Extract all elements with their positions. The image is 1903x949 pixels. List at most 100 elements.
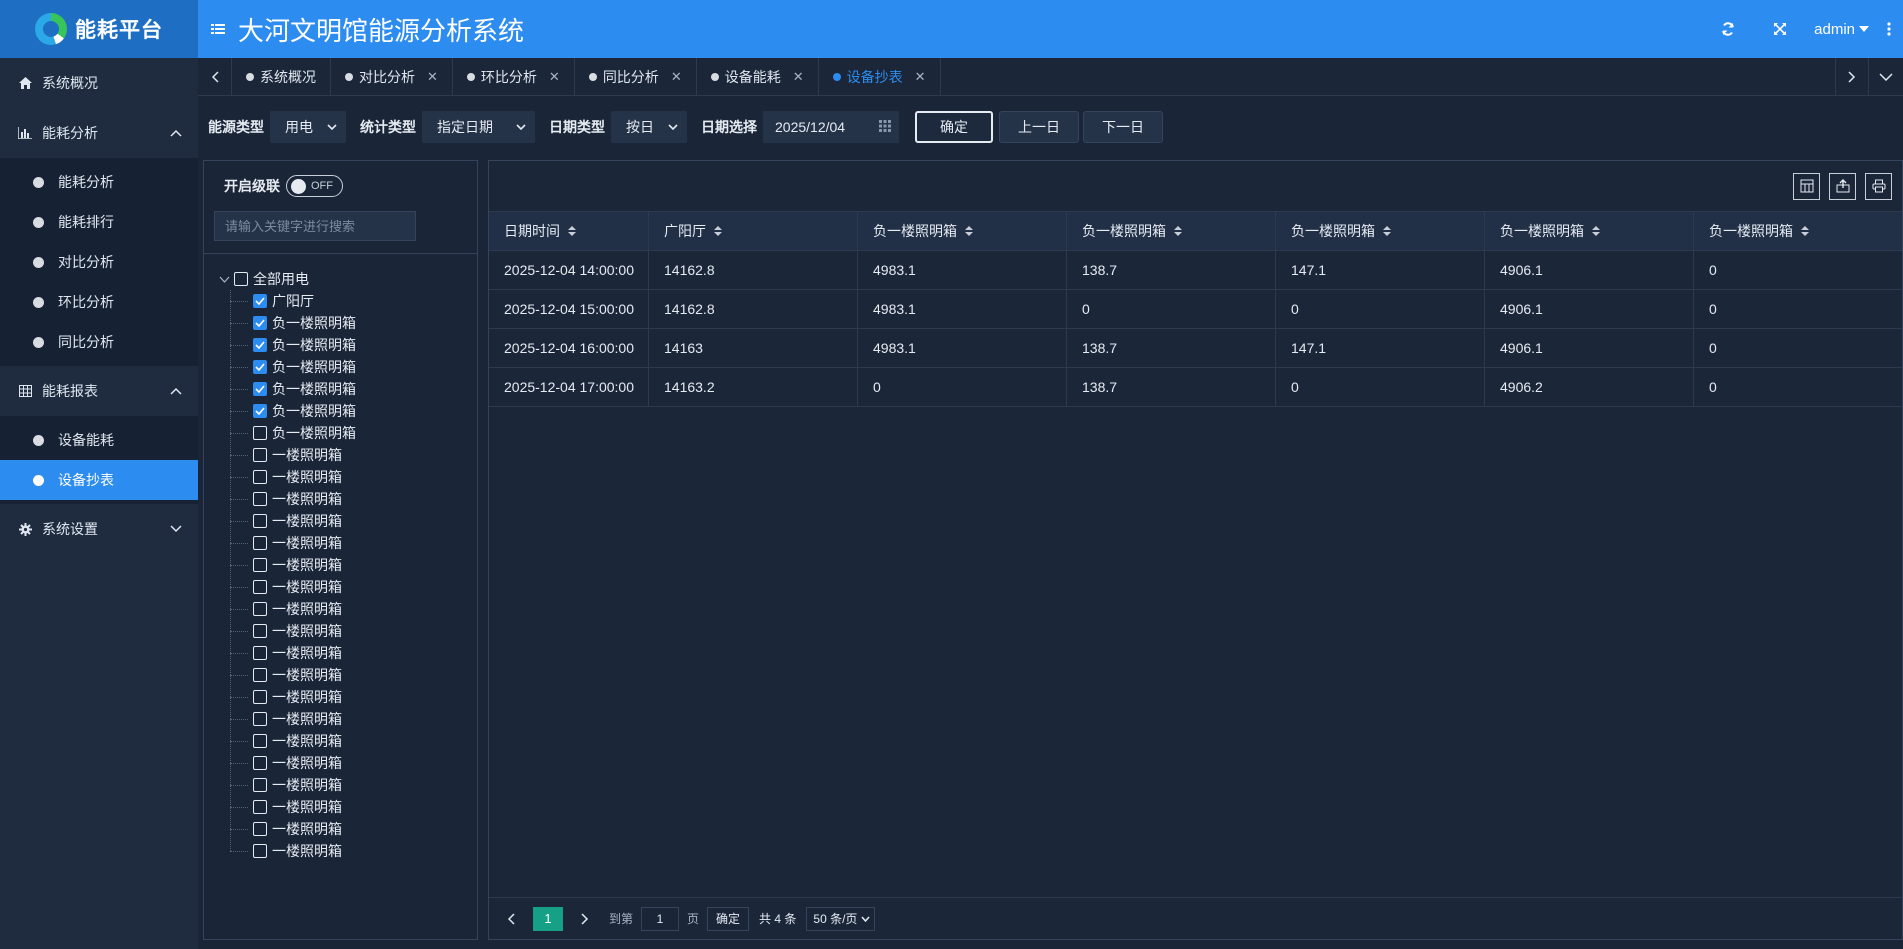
- previous-day-button[interactable]: 上一日: [999, 111, 1079, 143]
- tree-node[interactable]: 一楼照明箱: [230, 796, 477, 818]
- tab-device-meter-reading[interactable]: 设备抄表 ✕: [819, 58, 941, 95]
- user-menu[interactable]: admin: [1806, 21, 1879, 38]
- tree-node[interactable]: 负一楼照明箱: [230, 378, 477, 400]
- checkbox[interactable]: [253, 844, 267, 858]
- table-row[interactable]: 2025-12-04 15:00:00 14162.8 4983.1 0 0 4906.1…: [489, 290, 1902, 329]
- tree-node[interactable]: 负一楼照明箱: [230, 312, 477, 334]
- energy-type-select[interactable]: 用电: [270, 111, 346, 143]
- checkbox-checked[interactable]: [253, 294, 267, 308]
- checkbox[interactable]: [253, 602, 267, 616]
- tree-node[interactable]: 负一楼照明箱: [230, 356, 477, 378]
- checkbox-checked[interactable]: [253, 360, 267, 374]
- column-header[interactable]: 负一楼照明箱: [858, 212, 1067, 250]
- close-icon[interactable]: ✕: [793, 69, 804, 85]
- sidebar-subitem-device-meter-reading[interactable]: 设备抄表: [0, 460, 198, 500]
- checkbox[interactable]: [253, 712, 267, 726]
- checkbox[interactable]: [253, 690, 267, 704]
- tab-yoy-analysis[interactable]: 同比分析 ✕: [575, 58, 697, 95]
- checkbox[interactable]: [253, 734, 267, 748]
- checkbox[interactable]: [253, 514, 267, 528]
- sort-icon[interactable]: [1174, 226, 1182, 236]
- tree-node[interactable]: 一楼照明箱: [230, 708, 477, 730]
- tree-node[interactable]: 一楼照明箱: [230, 818, 477, 840]
- sidebar-subitem-device-energy[interactable]: 设备能耗: [0, 420, 198, 460]
- checkbox[interactable]: [234, 272, 248, 286]
- confirm-button[interactable]: 确定: [915, 111, 993, 143]
- checkbox[interactable]: [253, 536, 267, 550]
- tab-mom-analysis[interactable]: 环比分析 ✕: [453, 58, 575, 95]
- tree-node[interactable]: 广阳厅: [230, 290, 477, 312]
- column-header[interactable]: 负一楼照明箱: [1694, 212, 1902, 250]
- tree-node[interactable]: 一楼照明箱: [230, 554, 477, 576]
- refresh-icon[interactable]: [1702, 0, 1754, 58]
- sidebar-item-energy-analysis[interactable]: 能耗分析: [0, 108, 198, 158]
- checkbox[interactable]: [253, 448, 267, 462]
- checkbox[interactable]: [253, 426, 267, 440]
- tree-node[interactable]: 一楼照明箱: [230, 664, 477, 686]
- close-icon[interactable]: ✕: [915, 69, 926, 85]
- table-row[interactable]: 2025-12-04 17:00:00 14163.2 0 138.7 0 4906.2 0: [489, 368, 1902, 407]
- date-picker[interactable]: 2025/12/04: [763, 111, 899, 143]
- sort-icon[interactable]: [965, 226, 973, 236]
- tree-node[interactable]: 一楼照明箱: [230, 774, 477, 796]
- sort-icon[interactable]: [1801, 226, 1809, 236]
- sidebar-item-overview[interactable]: 系统概况: [0, 58, 198, 108]
- checkbox[interactable]: [253, 800, 267, 814]
- sidebar-subitem-energy-ranking[interactable]: 能耗排行: [0, 202, 198, 242]
- goto-page-input[interactable]: [641, 906, 680, 931]
- tree-node[interactable]: 一楼照明箱: [230, 532, 477, 554]
- column-header[interactable]: 负一楼照明箱: [1485, 212, 1694, 250]
- checkbox[interactable]: [253, 580, 267, 594]
- sidebar-item-energy-report[interactable]: 能耗报表: [0, 366, 198, 416]
- tree-node[interactable]: 一楼照明箱: [230, 752, 477, 774]
- checkbox[interactable]: [253, 646, 267, 660]
- checkbox-checked[interactable]: [253, 382, 267, 396]
- tabs-dropdown-icon[interactable]: [1869, 58, 1903, 95]
- columns-filter-icon[interactable]: [1793, 172, 1820, 200]
- next-page-icon[interactable]: [575, 912, 595, 925]
- tab-overview[interactable]: 系统概况: [232, 58, 331, 95]
- close-icon[interactable]: ✕: [427, 69, 438, 85]
- fullscreen-icon[interactable]: [1754, 0, 1806, 58]
- checkbox[interactable]: [253, 558, 267, 572]
- table-row[interactable]: 2025-12-04 16:00:00 14163 4983.1 138.7 147.1…: [489, 329, 1902, 368]
- sort-icon[interactable]: [1592, 226, 1600, 236]
- tab-device-energy[interactable]: 设备能耗 ✕: [697, 58, 819, 95]
- table-row[interactable]: 2025-12-04 14:00:00 14162.8 4983.1 138.7 147…: [489, 251, 1902, 290]
- checkbox[interactable]: [253, 668, 267, 682]
- tree-node[interactable]: 一楼照明箱: [230, 510, 477, 532]
- sidebar-subitem-compare-analysis[interactable]: 对比分析: [0, 242, 198, 282]
- column-header[interactable]: 日期时间: [489, 212, 649, 250]
- tree-node[interactable]: 一楼照明箱: [230, 576, 477, 598]
- checkbox[interactable]: [253, 624, 267, 638]
- sidebar-subitem-yoy-analysis[interactable]: 同比分析: [0, 322, 198, 362]
- column-header[interactable]: 负一楼照明箱: [1276, 212, 1485, 250]
- checkbox[interactable]: [253, 822, 267, 836]
- sidebar-subitem-energy-analysis[interactable]: 能耗分析: [0, 162, 198, 202]
- sort-icon[interactable]: [714, 226, 722, 236]
- tabs-scroll-right-icon[interactable]: [1835, 58, 1869, 95]
- tree-node[interactable]: 一楼照明箱: [230, 466, 477, 488]
- checkbox[interactable]: [253, 756, 267, 770]
- next-day-button[interactable]: 下一日: [1083, 111, 1163, 143]
- tree-node[interactable]: 一楼照明箱: [230, 444, 477, 466]
- close-icon[interactable]: ✕: [671, 69, 682, 85]
- sort-icon[interactable]: [568, 226, 576, 236]
- menu-toggle-icon[interactable]: [210, 21, 226, 37]
- goto-confirm-button[interactable]: 确定: [707, 906, 750, 931]
- more-vertical-icon[interactable]: [1879, 0, 1899, 58]
- tree-node[interactable]: 一楼照明箱: [230, 840, 477, 862]
- checkbox[interactable]: [253, 492, 267, 506]
- tree-root-node[interactable]: 全部用电: [218, 268, 477, 290]
- tree-node[interactable]: 一楼照明箱: [230, 620, 477, 642]
- page-size-select[interactable]: 50 条/页: [806, 906, 876, 931]
- tree-node[interactable]: 负一楼照明箱: [230, 400, 477, 422]
- tree-node[interactable]: 一楼照明箱: [230, 488, 477, 510]
- tree-node[interactable]: 一楼照明箱: [230, 598, 477, 620]
- sort-icon[interactable]: [1383, 226, 1391, 236]
- tree-search-input[interactable]: [214, 211, 416, 241]
- stat-type-select[interactable]: 指定日期: [422, 111, 535, 143]
- export-icon[interactable]: [1829, 172, 1856, 200]
- checkbox[interactable]: [253, 778, 267, 792]
- sidebar-item-settings[interactable]: 系统设置: [0, 504, 198, 554]
